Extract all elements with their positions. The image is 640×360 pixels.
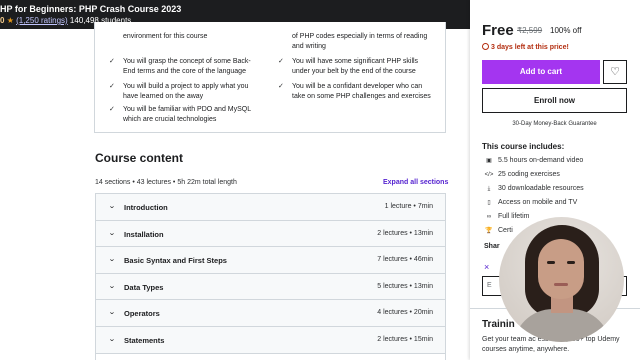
- presenter-eye: [567, 261, 575, 264]
- discount-label: 100% off: [550, 26, 582, 35]
- share-button[interactable]: Shar: [484, 243, 500, 250]
- section-info: 5 lectures • 13min: [377, 282, 433, 290]
- section-name: Installation: [124, 229, 164, 239]
- section-row[interactable]: ⌄ Introduction 1 lecture • 7min: [96, 194, 445, 221]
- presenter-face: [538, 239, 584, 299]
- presenter-mouth: [554, 283, 568, 286]
- rating-value: 0: [0, 16, 5, 25]
- price: Free: [482, 22, 514, 39]
- include-item: ▯ Access on mobile and TV: [484, 199, 577, 206]
- mobile-icon: ▯: [487, 200, 491, 206]
- chevron-down-icon: ⌄: [108, 203, 116, 210]
- check-icon: ✓: [278, 58, 284, 65]
- course-content-heading: Course content: [95, 151, 184, 165]
- guarantee-text: 30-Day Money-Back Guarantee: [512, 121, 597, 127]
- section-row[interactable]: ⌄ Data Types 5 lectures • 13min: [96, 273, 445, 301]
- presenter-eye: [547, 261, 555, 264]
- wishlist-button[interactable]: ♡: [603, 60, 627, 84]
- section-name: Introduction: [124, 203, 168, 212]
- check-icon: ✓: [109, 83, 115, 90]
- trophy-icon: 🏆: [485, 228, 493, 234]
- what-you-learn-box: environment for this course of PHP codes…: [94, 22, 446, 133]
- sections-list: ⌄ Introduction 1 lecture • 7min ⌄ Instal…: [95, 193, 446, 360]
- training-heading: Trainin: [482, 319, 515, 330]
- check-icon: ✓: [109, 58, 115, 65]
- section-name: Statements: [124, 336, 165, 345]
- code-icon: </>: [484, 172, 494, 178]
- download-icon: ⤓: [487, 186, 491, 192]
- section-name: Operators: [124, 309, 160, 319]
- chevron-down-icon: ⌄: [108, 256, 116, 264]
- video-icon: ▣: [486, 158, 492, 164]
- close-coupon-icon[interactable]: ×: [484, 262, 489, 272]
- section-row[interactable]: ⌄ Operators 4 lectures • 20min: [96, 300, 445, 327]
- chevron-down-icon: ⌄: [108, 229, 116, 237]
- urgency-message: 3 days left at this price!: [482, 43, 569, 51]
- chevron-down-icon: ⌄: [108, 309, 116, 317]
- section-name: Basic Syntax and First Steps: [124, 256, 227, 266]
- include-item: ⤓ 30 downloadable resources: [484, 185, 584, 193]
- include-item: </> 25 coding exercises: [484, 171, 560, 178]
- infinity-icon: ∞: [486, 214, 492, 220]
- chevron-down-icon: ⌄: [108, 336, 116, 343]
- section-row[interactable]: ⌄ Installation 2 lectures • 13min: [96, 220, 445, 248]
- star-icon: ★: [6, 16, 14, 25]
- include-item: ∞ Full lifetim: [484, 213, 530, 220]
- include-item: ▣ 5.5 hours on-demand video: [484, 157, 583, 164]
- presenter-shirt: [513, 309, 611, 342]
- section-info: 7 lectures • 46min: [377, 256, 433, 264]
- alarm-clock-icon: [482, 43, 489, 50]
- course-content-meta: 14 sections • 43 lectures • 5h 22m total…: [95, 179, 237, 186]
- section-row[interactable]: ⌄ Basic Syntax and First Steps 7 lecture…: [96, 247, 445, 274]
- section-info: 1 lecture • 7min: [384, 203, 433, 210]
- add-to-cart-button[interactable]: Add to cart: [482, 60, 600, 84]
- section-name: Data Types: [124, 282, 164, 292]
- section-row[interactable]: ⌄ Statements 2 lectures • 15min: [96, 327, 445, 354]
- check-icon: ✓: [278, 83, 284, 90]
- chevron-down-icon: ⌄: [108, 282, 116, 290]
- section-info: 2 lectures • 15min: [377, 336, 433, 343]
- enroll-now-button[interactable]: Enroll now: [482, 88, 627, 113]
- webcam-overlay: [499, 217, 624, 342]
- heart-icon: ♡: [610, 66, 620, 78]
- course-title: HP for Beginners: PHP Crash Course 2023: [0, 4, 182, 14]
- expand-all-sections-button[interactable]: Expand all sections: [383, 179, 448, 186]
- original-price: ₹2,599: [517, 26, 543, 35]
- section-info: 2 lectures • 13min: [377, 229, 433, 237]
- includes-heading: This course includes:: [482, 142, 565, 151]
- check-icon: ✓: [109, 106, 115, 113]
- ratings-count-link[interactable]: (1,250 ratings): [16, 16, 68, 25]
- include-item: 🏆 Certi: [485, 227, 513, 234]
- section-info: 4 lectures • 20min: [377, 309, 433, 317]
